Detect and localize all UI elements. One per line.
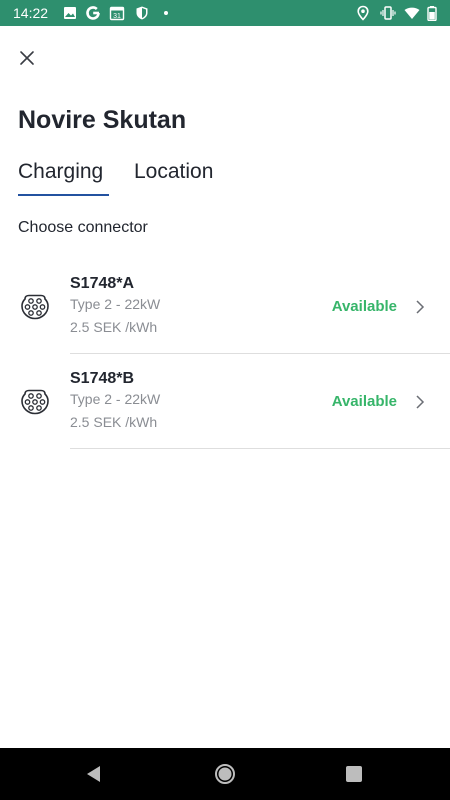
type2-connector-icon: [21, 294, 49, 320]
location-icon: [357, 5, 369, 21]
battery-icon: [427, 6, 437, 21]
close-button[interactable]: [14, 45, 40, 71]
section-label: Choose connector: [18, 219, 148, 236]
status-bar: 14:22 31: [0, 0, 450, 26]
row-divider: [70, 448, 450, 449]
back-icon[interactable]: [82, 762, 106, 786]
calendar-icon: 31: [109, 6, 125, 20]
chevron-right-icon: [416, 395, 425, 409]
vibrate-icon: [380, 6, 396, 20]
connector-id: S1748*A: [70, 275, 135, 292]
calendar-day: 31: [113, 13, 121, 20]
connector-id: S1748*B: [70, 370, 135, 387]
home-icon[interactable]: [213, 762, 237, 786]
tab-location[interactable]: Location: [134, 160, 213, 194]
status-available: Available: [331, 393, 397, 410]
chevron-right-icon: [416, 300, 425, 314]
connector-price: 2.5 SEK /kWh: [70, 414, 158, 430]
connector-row[interactable]: S1748*A Type 2 - 22kW 2.5 SEK /kWh Avail…: [0, 259, 450, 354]
page-title: Novire Skutan: [18, 106, 187, 134]
type2-connector-icon: [21, 389, 49, 415]
tab-charging[interactable]: Charging: [18, 160, 109, 196]
status-time: 14:22: [13, 5, 49, 21]
connector-row[interactable]: S1748*B Type 2 - 22kW 2.5 SEK /kWh Avail…: [0, 354, 450, 449]
connector-price: 2.5 SEK /kWh: [70, 319, 158, 335]
google-icon: [86, 6, 100, 20]
navigation-bar: [0, 748, 450, 800]
image-icon: [64, 7, 76, 19]
connector-type: Type 2 - 22kW: [70, 391, 161, 407]
connector-type: Type 2 - 22kW: [70, 296, 161, 312]
recents-icon[interactable]: [342, 762, 366, 786]
status-available: Available: [331, 298, 397, 315]
shield-icon: [136, 6, 148, 20]
wifi-icon: [404, 7, 420, 19]
notification-dot: [164, 11, 168, 15]
